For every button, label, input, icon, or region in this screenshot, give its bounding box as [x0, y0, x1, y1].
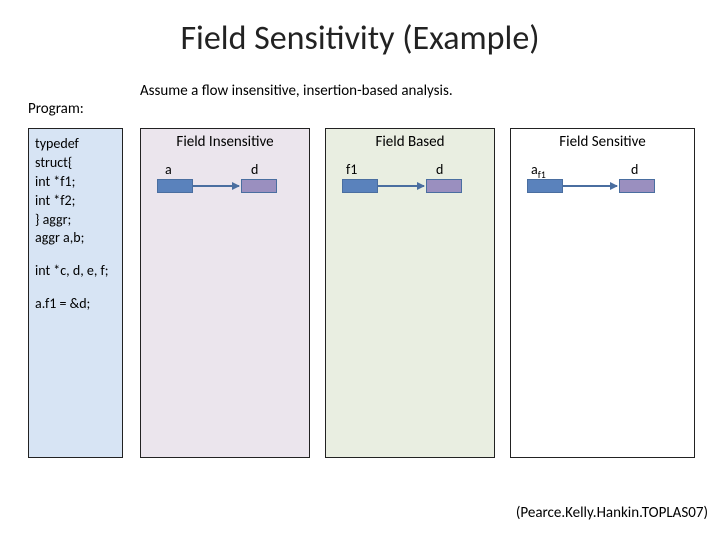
panel-field-sensitive: Field Sensitive af1 d [510, 128, 695, 458]
node-label-d-fs: d [631, 161, 638, 178]
node-label-a: a [165, 161, 172, 178]
node-box-f1 [342, 179, 378, 193]
panel-title-fs: Field Sensitive [517, 133, 688, 151]
diagram-row-fb: f1 d [332, 161, 488, 201]
arrow-fs [563, 185, 617, 187]
program-code-box: typedef struct{ int *f1; int *f2; } aggr… [28, 128, 123, 458]
panel-title-fb: Field Based [332, 133, 488, 151]
code-block-2: int *c, d, e, f; [35, 262, 116, 281]
node-box-d-fb [426, 179, 462, 193]
node-box-d [241, 179, 277, 193]
code-block-1: typedef struct{ int *f1; int *f2; } aggr… [35, 135, 116, 248]
node-label-af1: af1 [531, 161, 546, 181]
node-label-af1-main: a [531, 161, 538, 178]
node-label-d: d [251, 161, 258, 178]
diagram-row-fi: a d [147, 161, 303, 201]
arrow-fb [378, 185, 424, 187]
slide-title: Field Sensitivity (Example) [0, 0, 720, 67]
node-box-af1 [527, 179, 563, 193]
diagram-row-fs: af1 d [517, 161, 688, 201]
arrow-fi [193, 185, 239, 187]
node-box-d-fs [619, 179, 655, 193]
node-box-a [157, 179, 193, 193]
node-label-d-fb: d [436, 161, 443, 178]
citation: (Pearce.Kelly.Hankin.TOPLAS07) [516, 504, 708, 522]
program-label: Program: [28, 100, 84, 118]
code-block-3: a.f1 = &d; [35, 295, 116, 314]
panel-field-based: Field Based f1 d [325, 128, 495, 458]
node-label-f1: f1 [346, 161, 357, 178]
panel-title-fi: Field Insensitive [147, 133, 303, 151]
assumption-text: Assume a flow insensitive, insertion-bas… [140, 82, 453, 100]
panel-field-insensitive: Field Insensitive a d [140, 128, 310, 458]
